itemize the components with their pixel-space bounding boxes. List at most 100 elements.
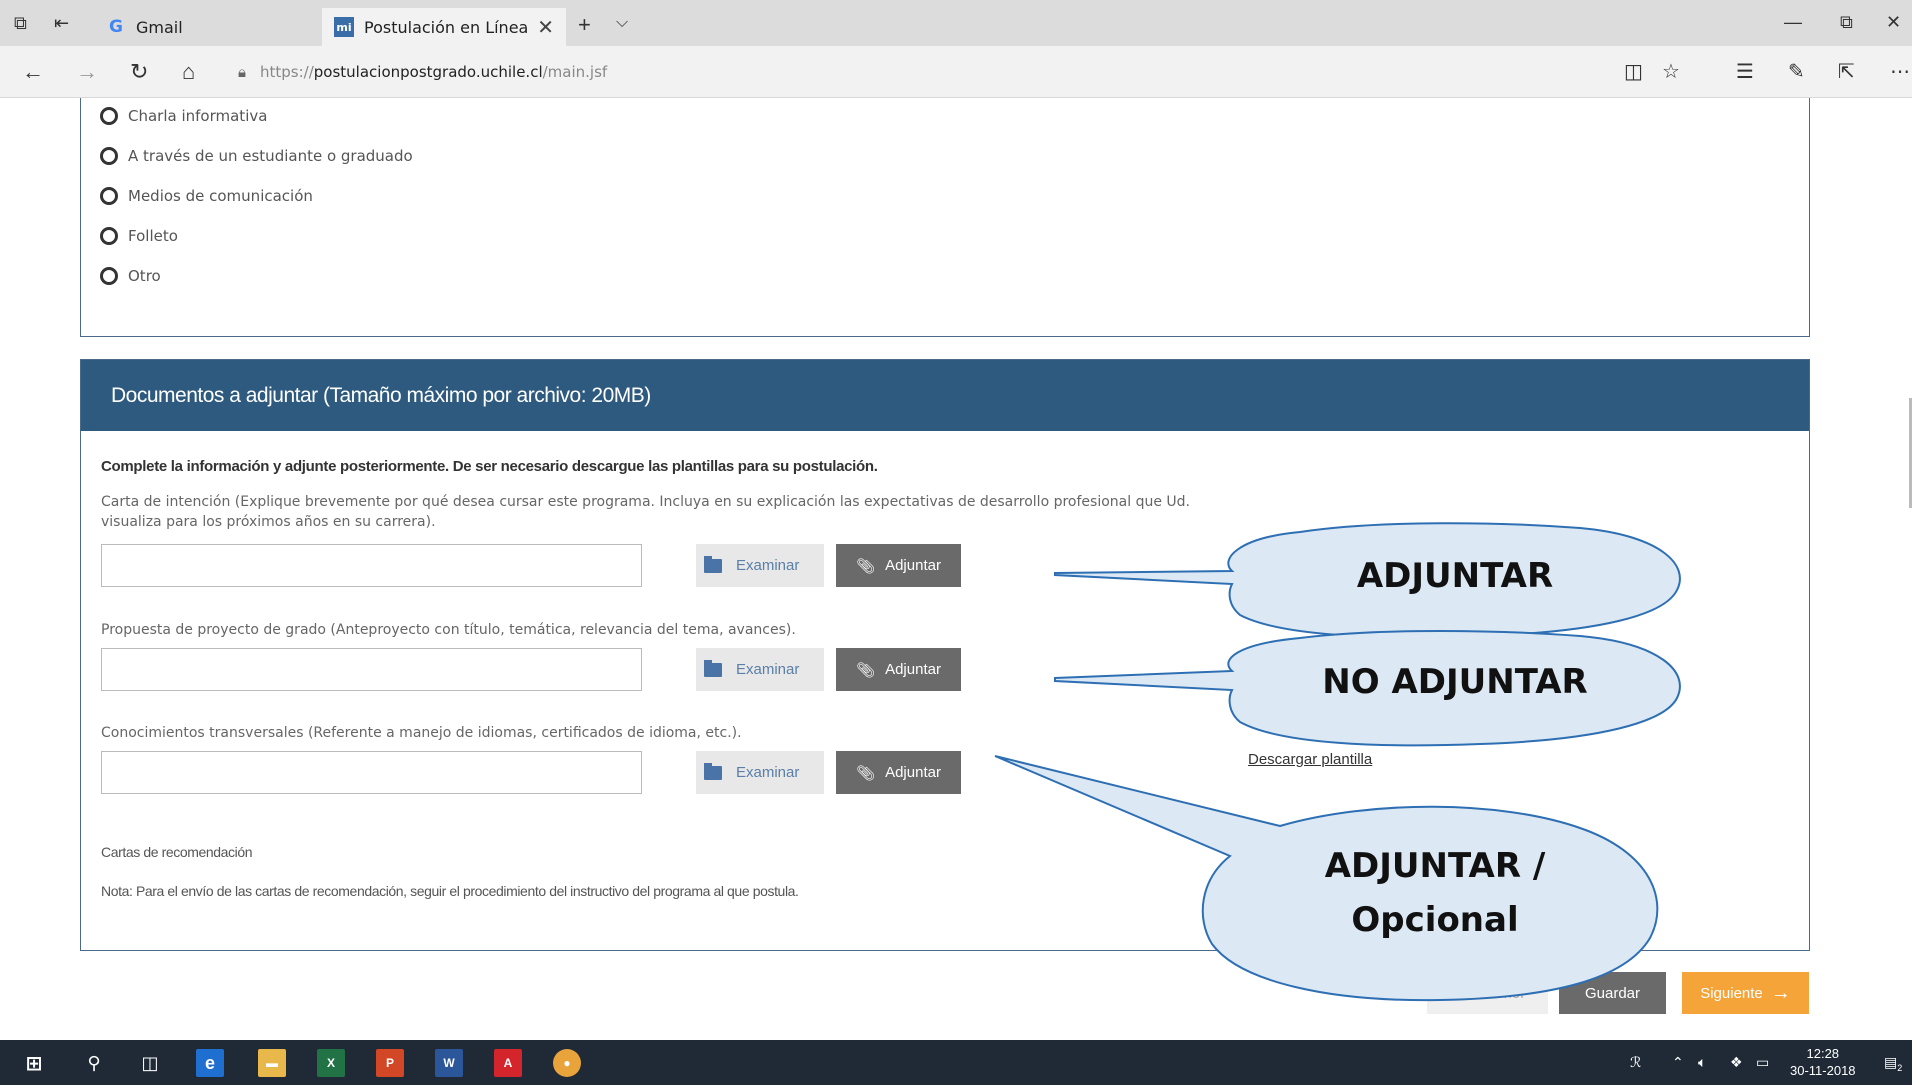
taskbar: ⊞ ⚲ ◫ e ▬ X P W A ● ℛ ⌃ 🔈︎ ❖ ▭ 12:28 30-… <box>0 1040 1912 1085</box>
close-tab-icon[interactable]: ✕ <box>537 15 554 39</box>
show-hidden-icons-chevron-icon[interactable]: ⌃ <box>1672 1054 1684 1071</box>
paperclip-icon: 📎︎ <box>856 764 876 782</box>
carta-intencion-file-field[interactable] <box>101 544 642 587</box>
examinar-button[interactable]: Examinar <box>696 751 824 794</box>
uchile-favicon-icon: mi <box>334 17 354 37</box>
url-protocol: https:// <box>259 63 314 81</box>
conocimientos-file-field[interactable] <box>101 751 642 794</box>
adjuntar-button[interactable]: 📎︎ Adjuntar <box>836 751 961 794</box>
guardar-label: Guardar <box>1584 984 1641 1002</box>
system-clock[interactable]: 12:28 30-11-2018 <box>1790 1045 1856 1079</box>
action-center-icon[interactable]: ▤2 <box>1884 1054 1902 1073</box>
tab-gmail-label: Gmail <box>136 17 183 37</box>
radio-button[interactable] <box>100 267 118 285</box>
radio-label: Folleto <box>128 227 178 245</box>
radio-option[interactable]: Folleto <box>100 227 178 245</box>
recomendacion-note: Nota: Para el envío de las cartas de rec… <box>101 883 799 899</box>
back-arrow-icon: ← <box>1449 984 1465 1002</box>
radio-option[interactable]: A través de un estudiante o graduado <box>100 147 413 165</box>
minimize-icon[interactable]: — <box>1784 12 1802 33</box>
radio-label: Otro <box>128 267 161 285</box>
adjuntar-label: Adjuntar <box>885 661 941 678</box>
page-scrollbar[interactable] <box>1908 98 1912 1040</box>
file-explorer-icon[interactable]: ▬ <box>258 1049 286 1077</box>
powerpoint-icon[interactable]: P <box>376 1049 404 1077</box>
acrobat-icon[interactable]: A <box>494 1049 522 1077</box>
callout-opcional-text-line1: ADJUNTAR / <box>1324 846 1546 886</box>
close-window-icon[interactable]: ✕ <box>1886 12 1901 33</box>
edge-browser-icon[interactable]: e <box>196 1049 224 1077</box>
home-icon[interactable]: ⌂ <box>182 59 195 85</box>
adjuntar-button[interactable]: 📎︎ Adjuntar <box>836 544 961 587</box>
folder-icon <box>704 762 722 780</box>
more-menu-icon[interactable]: ⋯ <box>1890 59 1910 84</box>
clock-time: 12:28 <box>1806 1046 1840 1061</box>
radio-option[interactable]: Medios de comunicación <box>100 187 313 205</box>
descargar-plantilla-link[interactable]: Descargar plantilla <box>1248 751 1372 768</box>
refresh-icon[interactable]: ↻ <box>130 59 148 85</box>
word-icon[interactable]: W <box>435 1049 463 1077</box>
tab-gmail[interactable]: G Gmail <box>94 8 322 46</box>
paperclip-icon: 📎︎ <box>856 557 876 575</box>
volume-icon[interactable]: 🔈︎ <box>1698 1054 1706 1071</box>
radio-label: Medios de comunicación <box>128 187 313 205</box>
set-aside-tabs-icon[interactable]: ⇤ <box>54 13 69 34</box>
dropbox-icon[interactable]: ❖ <box>1730 1054 1743 1071</box>
radio-option[interactable]: Charla informativa <box>100 107 267 125</box>
back-icon[interactable]: ← <box>22 59 44 85</box>
share-icon[interactable]: ⇱ <box>1838 59 1855 84</box>
people-icon[interactable]: ℛ <box>1630 1054 1641 1071</box>
forward-arrow-icon: → <box>1770 981 1791 1004</box>
restore-icon[interactable]: ⧉ <box>1840 12 1853 33</box>
task-view-icon[interactable]: ◫ <box>136 1049 164 1077</box>
forward-icon[interactable]: → <box>76 59 98 85</box>
excel-icon[interactable]: X <box>317 1049 345 1077</box>
siguiente-label: Siguiente <box>1700 984 1763 1002</box>
propuesta-proyecto-file-field[interactable] <box>101 648 642 691</box>
windows-start-icon[interactable]: ⊞ <box>20 1049 48 1077</box>
tab-postulacion[interactable]: mi Postulación en Línea ✕ <box>322 8 566 46</box>
radio-option[interactable]: Otro <box>100 267 161 285</box>
address-bar: ← → ↻ ⌂ 🔒︎ https://postulacionpostgrado.… <box>0 46 1912 98</box>
reading-view-icon[interactable]: ◫ <box>1624 59 1643 84</box>
notes-pen-icon[interactable]: ✎ <box>1788 59 1805 84</box>
examinar-label: Examinar <box>736 661 800 678</box>
page-content: Charla informativa A través de un estudi… <box>0 98 1912 1040</box>
new-tab-icon[interactable]: + <box>578 12 591 38</box>
notification-count: 2 <box>1897 1062 1903 1073</box>
carta-intencion-label: Carta de intención (Explique brevemente … <box>101 494 1190 530</box>
examinar-label: Examinar <box>736 764 800 781</box>
adjuntar-label: Adjuntar <box>885 557 941 574</box>
siguiente-button[interactable]: Siguiente → <box>1682 972 1809 1014</box>
chrome-icon[interactable]: ● <box>553 1049 581 1077</box>
url-field[interactable]: 🔒︎ https://postulacionpostgrado.uchile.c… <box>238 46 607 98</box>
conocimientos-label: Conocimientos transversales (Referente a… <box>101 725 742 741</box>
callout-adjuntar-text: ADJUNTAR <box>1356 556 1554 596</box>
lock-icon: 🔒︎ <box>238 63 246 81</box>
tab-preview-chevron-icon[interactable]: ⌵ <box>616 14 628 32</box>
paperclip-icon: 📎︎ <box>856 661 876 679</box>
radio-button[interactable] <box>100 187 118 205</box>
gmail-favicon-icon: G <box>109 17 123 37</box>
adjuntar-label: Adjuntar <box>885 764 941 781</box>
radio-label: Charla informativa <box>128 107 268 125</box>
favorites-list-icon[interactable]: ☰ <box>1736 59 1754 84</box>
examinar-button[interactable]: Examinar <box>696 648 824 691</box>
radio-button[interactable] <box>100 147 118 165</box>
clock-date: 30-11-2018 <box>1790 1063 1856 1078</box>
anterior-button[interactable]: ← Anterior <box>1427 972 1548 1014</box>
source-panel <box>80 98 1810 337</box>
radio-label: A través de un estudiante o graduado <box>128 147 413 165</box>
guardar-button[interactable]: Guardar <box>1559 972 1666 1014</box>
radio-button[interactable] <box>100 227 118 245</box>
adjuntar-button[interactable]: 📎︎ Adjuntar <box>836 648 961 691</box>
radio-button[interactable] <box>100 107 118 125</box>
callout-opcional-text-line2: Opcional <box>1351 900 1519 940</box>
folder-icon <box>704 555 722 573</box>
favorite-star-icon[interactable]: ☆ <box>1662 59 1680 84</box>
tab-actions-icon[interactable]: ⧉ <box>14 13 27 34</box>
examinar-button[interactable]: Examinar <box>696 544 824 587</box>
network-icon[interactable]: ▭ <box>1756 1054 1769 1071</box>
search-icon[interactable]: ⚲ <box>80 1049 108 1077</box>
propuesta-proyecto-label: Propuesta de proyecto de grado (Anteproy… <box>101 622 796 638</box>
